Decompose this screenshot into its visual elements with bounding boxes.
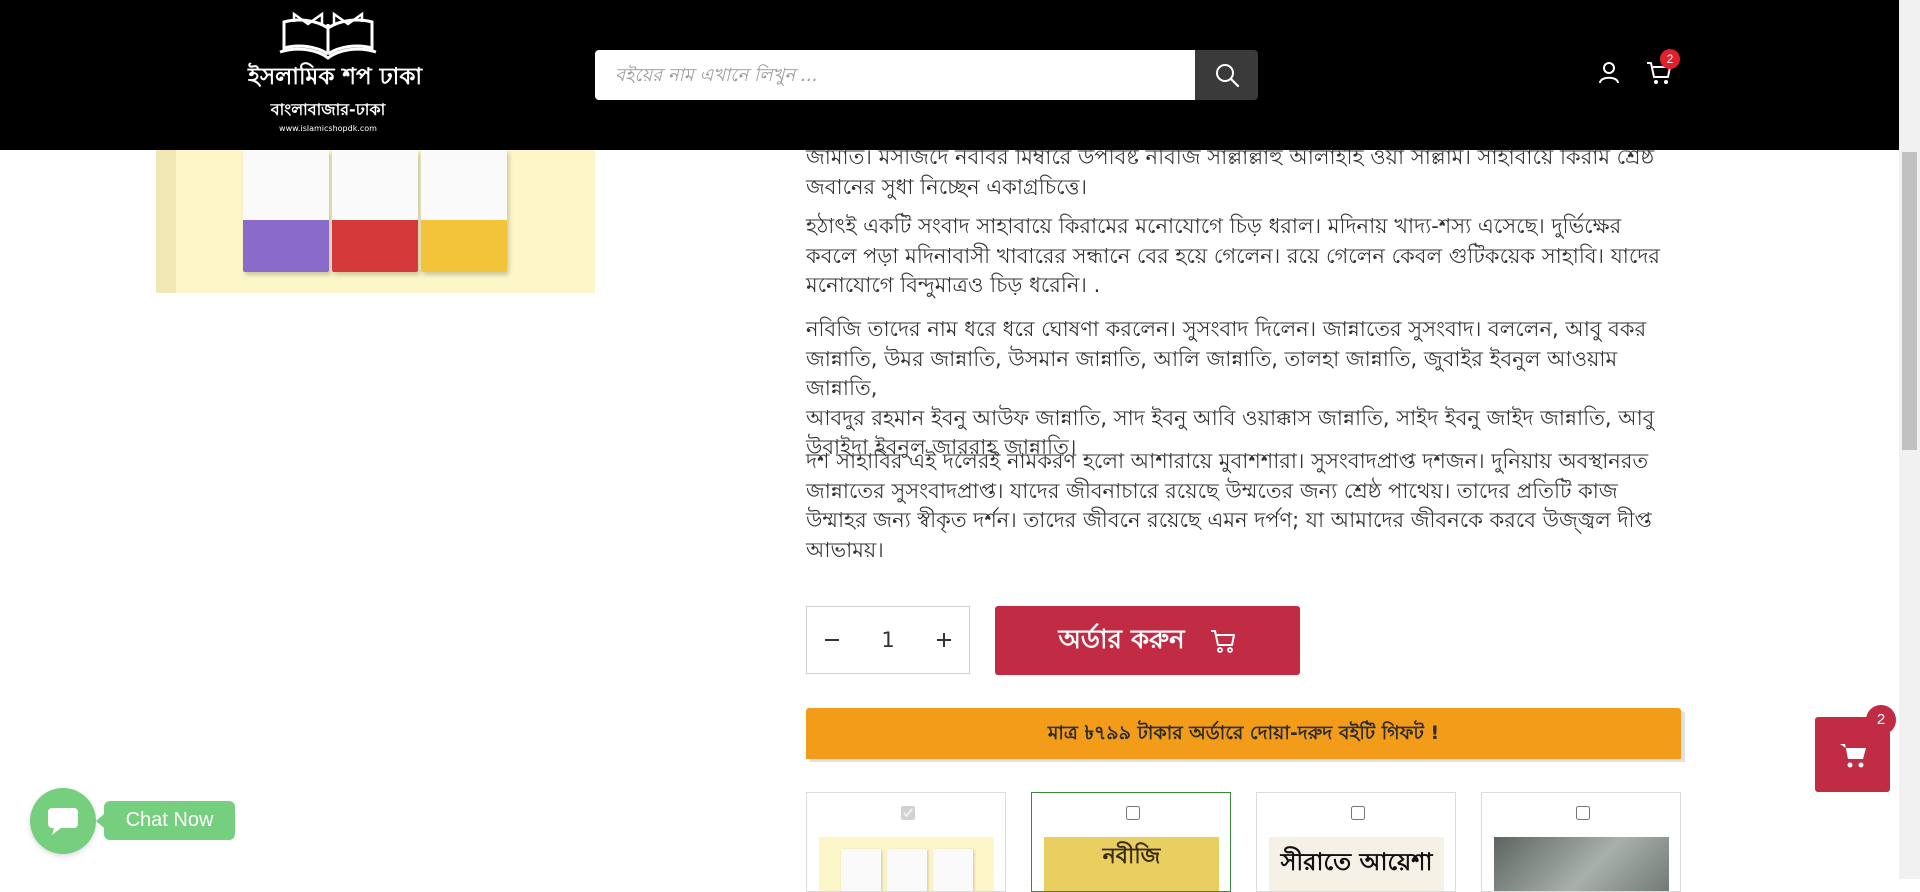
description-line: নবিজি তাদের নাম ধরে ধরে ঘোষণা করলেন। সুস… bbox=[806, 317, 1647, 341]
gift-thumb-2: নবীজি bbox=[1044, 837, 1219, 891]
description-line: আভাময়। bbox=[806, 537, 884, 562]
book-cover-2 bbox=[332, 150, 418, 272]
search-button[interactable] bbox=[1195, 50, 1258, 100]
book-cover-1 bbox=[243, 150, 329, 272]
description-line: মনোযোগে বিন্দুমাত্রও চিড় ধরেনি। . bbox=[806, 273, 1101, 297]
quantity-decrease-button[interactable] bbox=[807, 607, 857, 673]
quantity-value[interactable]: 1 bbox=[857, 607, 919, 673]
cart-icon bbox=[1839, 743, 1866, 767]
cart-count-badge: 2 bbox=[1660, 49, 1680, 69]
description-line: উম্মাহর জন্য স্বীকৃত দর্শন। তাদের জীবনে … bbox=[806, 508, 1652, 532]
order-button[interactable]: অর্ডার করুন bbox=[995, 606, 1300, 675]
site-header: ইসলামিক শপ ঢাকা বাংলাবাজার-ঢাকা www.isla… bbox=[0, 0, 1899, 150]
account-button[interactable] bbox=[1596, 60, 1622, 86]
gift-checkbox-4[interactable] bbox=[1576, 806, 1590, 820]
description-paragraph-2: নবিজি তাদের নাম ধরে ধরে ঘোষণা করলেন। সুস… bbox=[806, 315, 1682, 463]
gift-thumb-3: সীরাতে আয়েশা bbox=[1269, 837, 1444, 891]
open-book-logo-icon bbox=[279, 11, 377, 60]
gift-checkbox-2[interactable] bbox=[1126, 806, 1140, 820]
gift-checkbox-1[interactable] bbox=[901, 806, 915, 820]
page-scrollbar[interactable] bbox=[1899, 0, 1920, 879]
gift-card-2[interactable]: নবীজি bbox=[1031, 792, 1231, 892]
site-logo[interactable]: ইসলামিক শপ ঢাকা বাংলাবাজার-ঢাকা www.isla… bbox=[248, 10, 423, 133]
gift-thumb-title: সীরাতে আয়েশা bbox=[1280, 848, 1433, 876]
logo-url: www.islamicshopdk.com bbox=[279, 124, 377, 133]
gift-checkbox-3[interactable] bbox=[1351, 806, 1365, 820]
description-line: জবানের সুধা নিচ্ছেন একাগ্রচিত্তে। bbox=[806, 174, 1088, 199]
description-line: হঠাৎই একটি সংবাদ সাহাবায়ে কিরামের মনোযো… bbox=[806, 214, 1622, 238]
gift-card-4[interactable] bbox=[1481, 792, 1681, 892]
minus-icon bbox=[825, 639, 839, 641]
floating-cart-count-badge: 2 bbox=[1866, 705, 1896, 735]
gift-card-1[interactable] bbox=[806, 792, 1006, 892]
quantity-stepper: 1 bbox=[806, 606, 970, 674]
user-icon bbox=[1599, 62, 1619, 84]
logo-subtitle: বাংলাবাজার-ঢাকা bbox=[270, 100, 386, 119]
description-paragraph-3: দশ সাহাবির এই দলেরই নামকরণ হলো আশারায়ে … bbox=[806, 447, 1682, 565]
scrollbar-thumb[interactable] bbox=[1902, 152, 1917, 450]
chat-button[interactable] bbox=[30, 788, 96, 854]
quantity-increase-button[interactable] bbox=[919, 607, 969, 673]
gift-offer-banner: মাত্র ৳৭৯৯ টাকার অর্ডারে দোয়া-দরুদ বইটি… bbox=[806, 708, 1681, 759]
chat-bubble-icon bbox=[48, 808, 78, 835]
gift-thumb-title: নবীজি bbox=[1102, 844, 1161, 869]
order-button-label: অর্ডার করুন bbox=[1058, 624, 1185, 655]
description-partial: জামাত। মসজিদে নববির মিম্বারে উপবিষ্ট নবি… bbox=[806, 143, 1682, 202]
logo-title: ইসলামিক শপ ঢাকা bbox=[248, 64, 423, 90]
search-icon bbox=[1215, 64, 1239, 88]
description-line: আবদুর রহমান ইবনু আউফ জান্নাতি, সাদ ইবনু … bbox=[806, 405, 1655, 430]
book-cover-3 bbox=[421, 150, 507, 272]
search-input[interactable] bbox=[595, 50, 1195, 100]
description-paragraph-1: হঠাৎই একটি সংবাদ সাহাবায়ে কিরামের মনোযো… bbox=[806, 212, 1682, 301]
cart-icon bbox=[1210, 629, 1235, 653]
gift-thumb-4 bbox=[1494, 837, 1669, 891]
description-line: জান্নাতি, উমর জান্নাতি, উসমান জান্নাতি, … bbox=[806, 346, 1618, 401]
description-line: কবলে পড়া মদিনাবাসী খাবারের সন্ধানে বের … bbox=[806, 243, 1660, 268]
gift-card-3[interactable]: সীরাতে আয়েশা bbox=[1256, 792, 1456, 892]
gift-thumb-1 bbox=[819, 837, 994, 891]
chat-now-label[interactable]: Chat Now bbox=[96, 801, 235, 840]
description-line: জান্নাতের সুসংবাদপ্রাপ্ত। যাদের জীবনাচার… bbox=[806, 478, 1618, 503]
description-line: দশ সাহাবির এই দলেরই নামকরণ হলো আশারায়ে … bbox=[806, 449, 1649, 473]
search-bar bbox=[595, 50, 1258, 100]
plus-icon bbox=[937, 633, 951, 647]
